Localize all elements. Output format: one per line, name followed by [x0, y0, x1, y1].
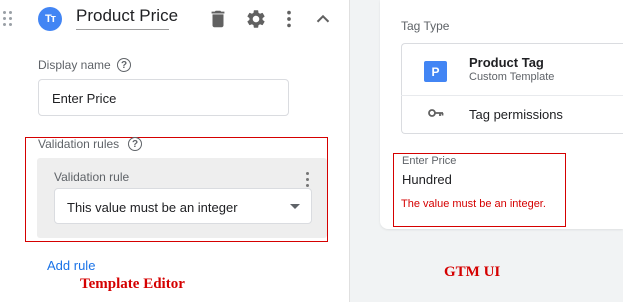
- enter-price-value[interactable]: Hundred: [402, 172, 452, 187]
- text-input-type-icon: Tт: [38, 7, 62, 31]
- chevron-up-icon[interactable]: [312, 8, 334, 30]
- tag-type-label: Tag Type: [401, 19, 450, 33]
- template-editor-caption: Template Editor: [80, 276, 185, 292]
- help-icon[interactable]: ?: [117, 58, 131, 72]
- tag-card-divider: [401, 95, 623, 96]
- gtm-ui-caption: GTM UI: [444, 264, 501, 280]
- delete-icon[interactable]: [207, 8, 229, 30]
- field-title[interactable]: Product Price: [76, 6, 178, 30]
- rule-more-icon[interactable]: [306, 172, 310, 188]
- dropdown-arrow-icon[interactable]: [290, 204, 300, 209]
- tag-permissions-link[interactable]: Tag permissions: [469, 107, 563, 122]
- validation-rule-label: Validation rule: [54, 170, 130, 184]
- validation-rules-label: Validation rules: [38, 137, 120, 151]
- validation-rule-select[interactable]: This value must be an integer: [54, 188, 312, 224]
- tag-subtitle: Custom Template: [469, 71, 555, 83]
- settings-gear-icon[interactable]: [245, 8, 267, 30]
- add-rule-link[interactable]: Add rule: [47, 258, 95, 273]
- drag-handle-icon[interactable]: [3, 10, 15, 28]
- validation-help-icon[interactable]: ?: [128, 137, 142, 151]
- display-name-input[interactable]: Enter Price: [38, 79, 289, 116]
- tag-name: Product Tag: [469, 55, 544, 70]
- key-icon: [428, 109, 444, 117]
- template-editor-panel: Tт Product Price Display name ? Enter Pr…: [0, 0, 349, 302]
- validation-error-message: The value must be an integer.: [401, 198, 546, 210]
- enter-price-label: Enter Price: [402, 155, 457, 167]
- display-name-label: Display name: [38, 58, 111, 72]
- product-tag-icon: P: [424, 61, 447, 82]
- more-vert-icon[interactable]: [278, 8, 300, 30]
- panel-divider: [349, 0, 357, 302]
